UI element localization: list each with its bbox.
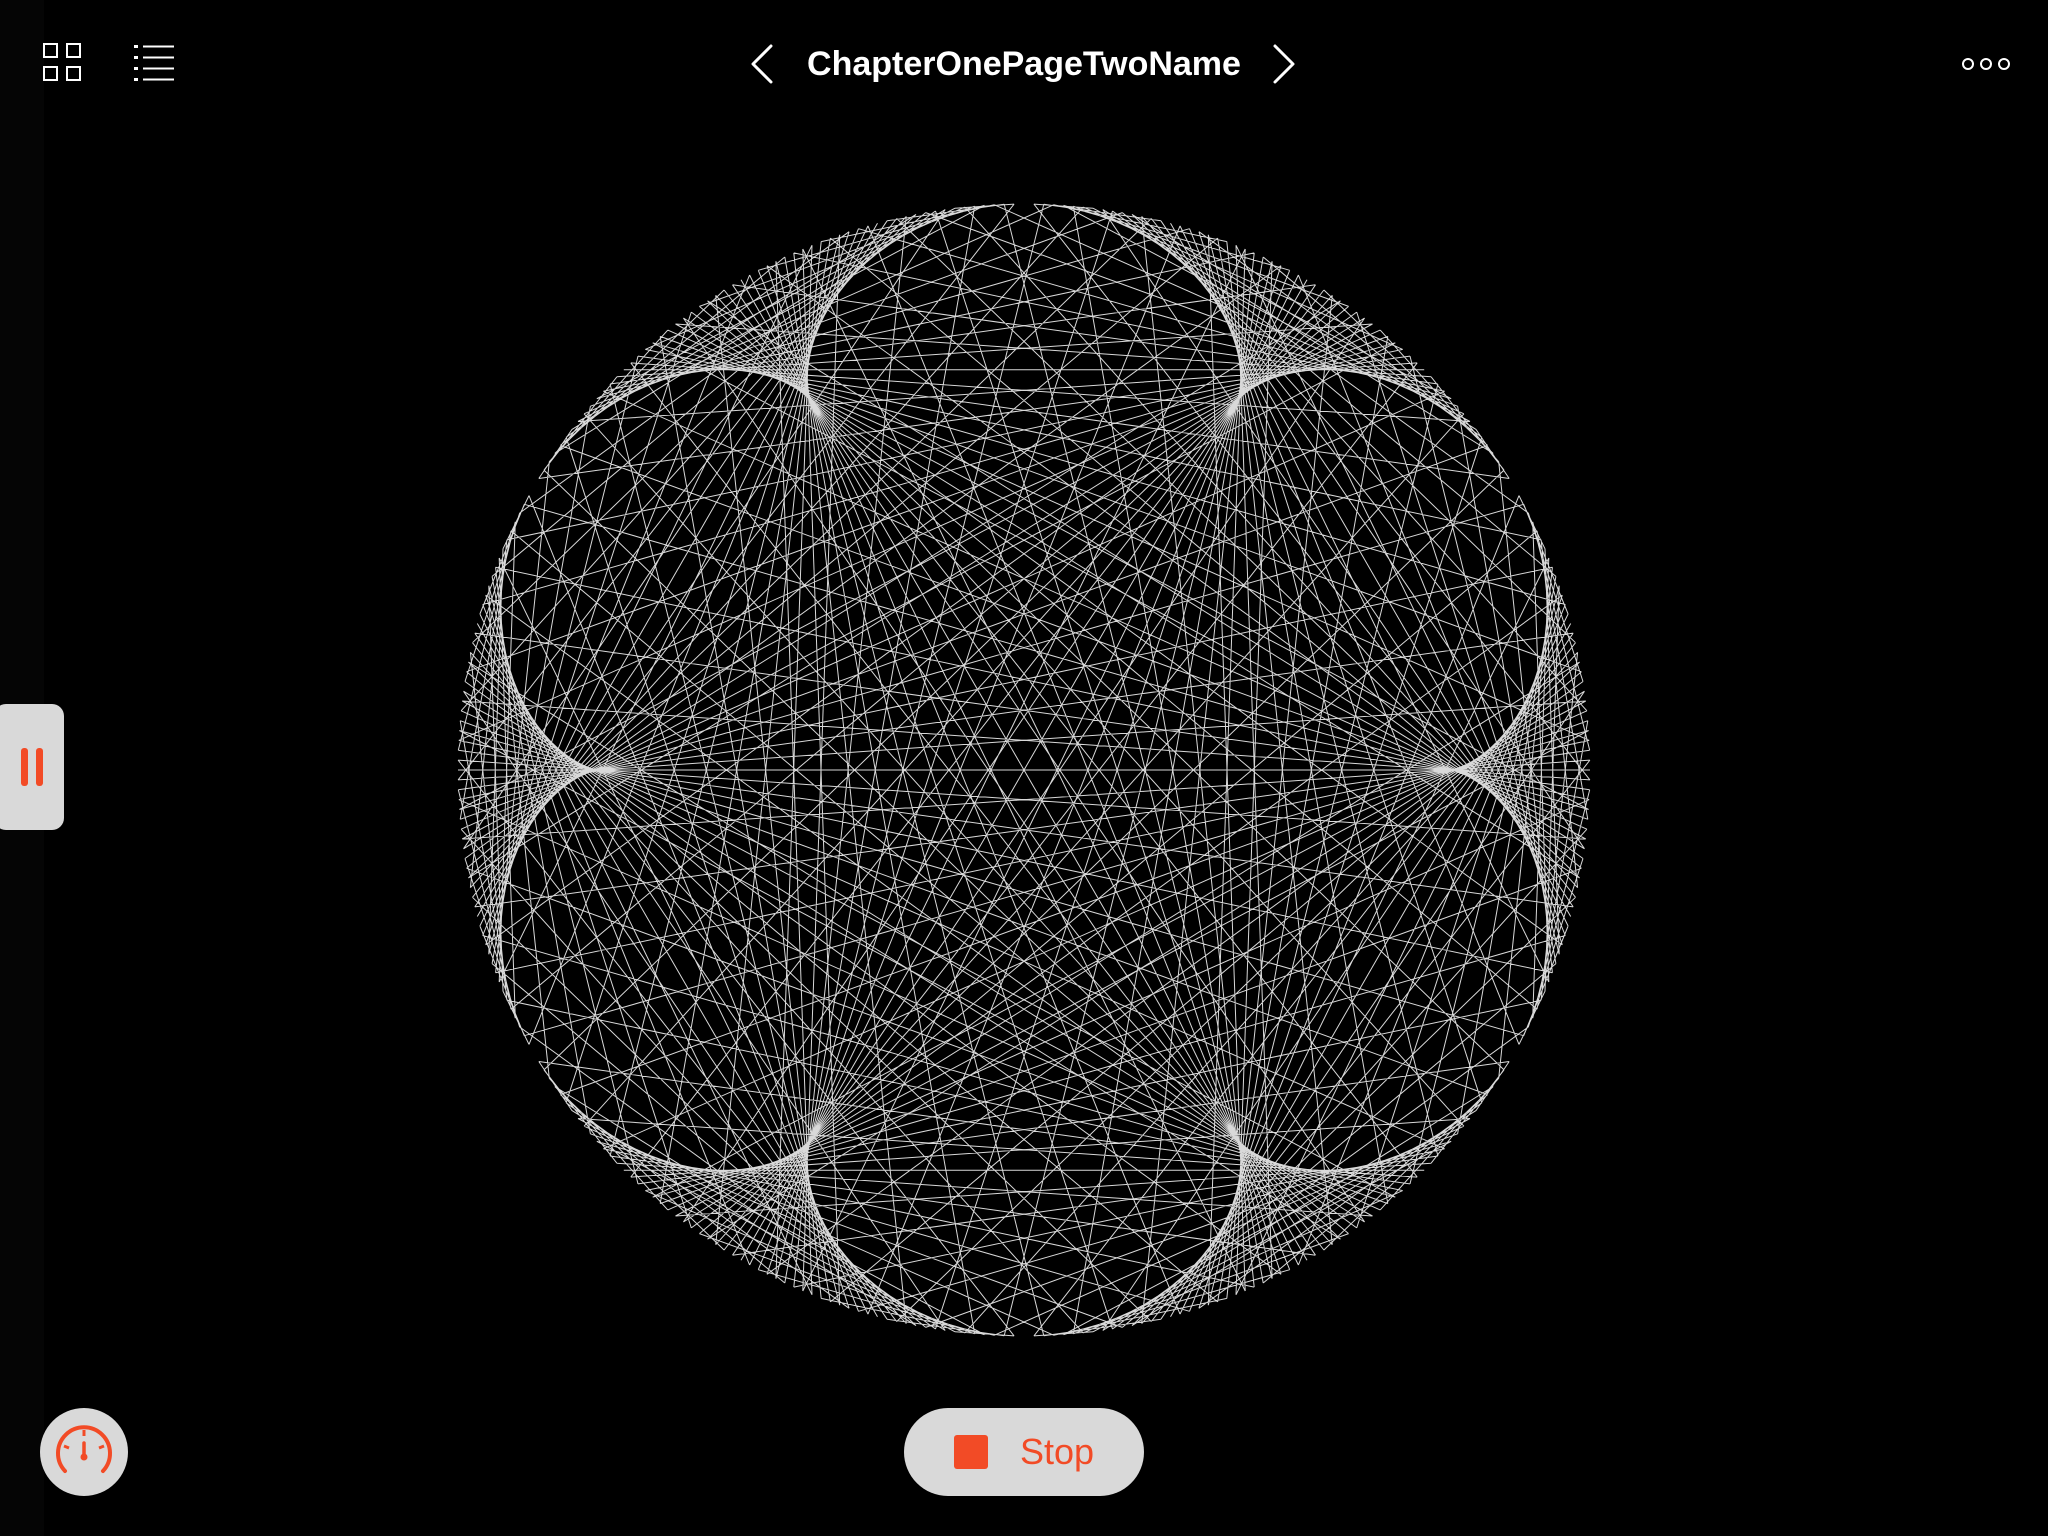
list-icon	[134, 45, 174, 81]
more-icon	[1962, 58, 2010, 70]
more-options-button[interactable]	[1956, 44, 2016, 84]
grid-icon	[43, 43, 81, 81]
previous-page-button[interactable]	[742, 38, 782, 90]
next-page-button[interactable]	[1264, 38, 1304, 90]
stop-button[interactable]: Stop	[904, 1408, 1144, 1496]
string-art-lines	[457, 203, 1591, 1337]
pause-icon	[17, 748, 47, 786]
chevron-left-icon	[751, 44, 773, 84]
stop-label: Stop	[1019, 1431, 1095, 1472]
list-view-button[interactable]	[128, 38, 180, 86]
speedometer-icon	[56, 1425, 112, 1473]
top-toolbar: ChapterOnePageTwoName	[0, 0, 2048, 128]
pause-button[interactable]	[0, 704, 64, 830]
speed-button[interactable]	[40, 1408, 128, 1496]
string-art-canvas	[457, 203, 1591, 1337]
grid-view-button[interactable]	[38, 38, 86, 86]
stop-icon	[953, 1435, 988, 1469]
chevron-right-icon	[1273, 44, 1295, 84]
app-screen: ChapterOnePageTwoName Stop	[0, 0, 2048, 1536]
page-title: ChapterOnePageTwoName	[807, 45, 1241, 83]
